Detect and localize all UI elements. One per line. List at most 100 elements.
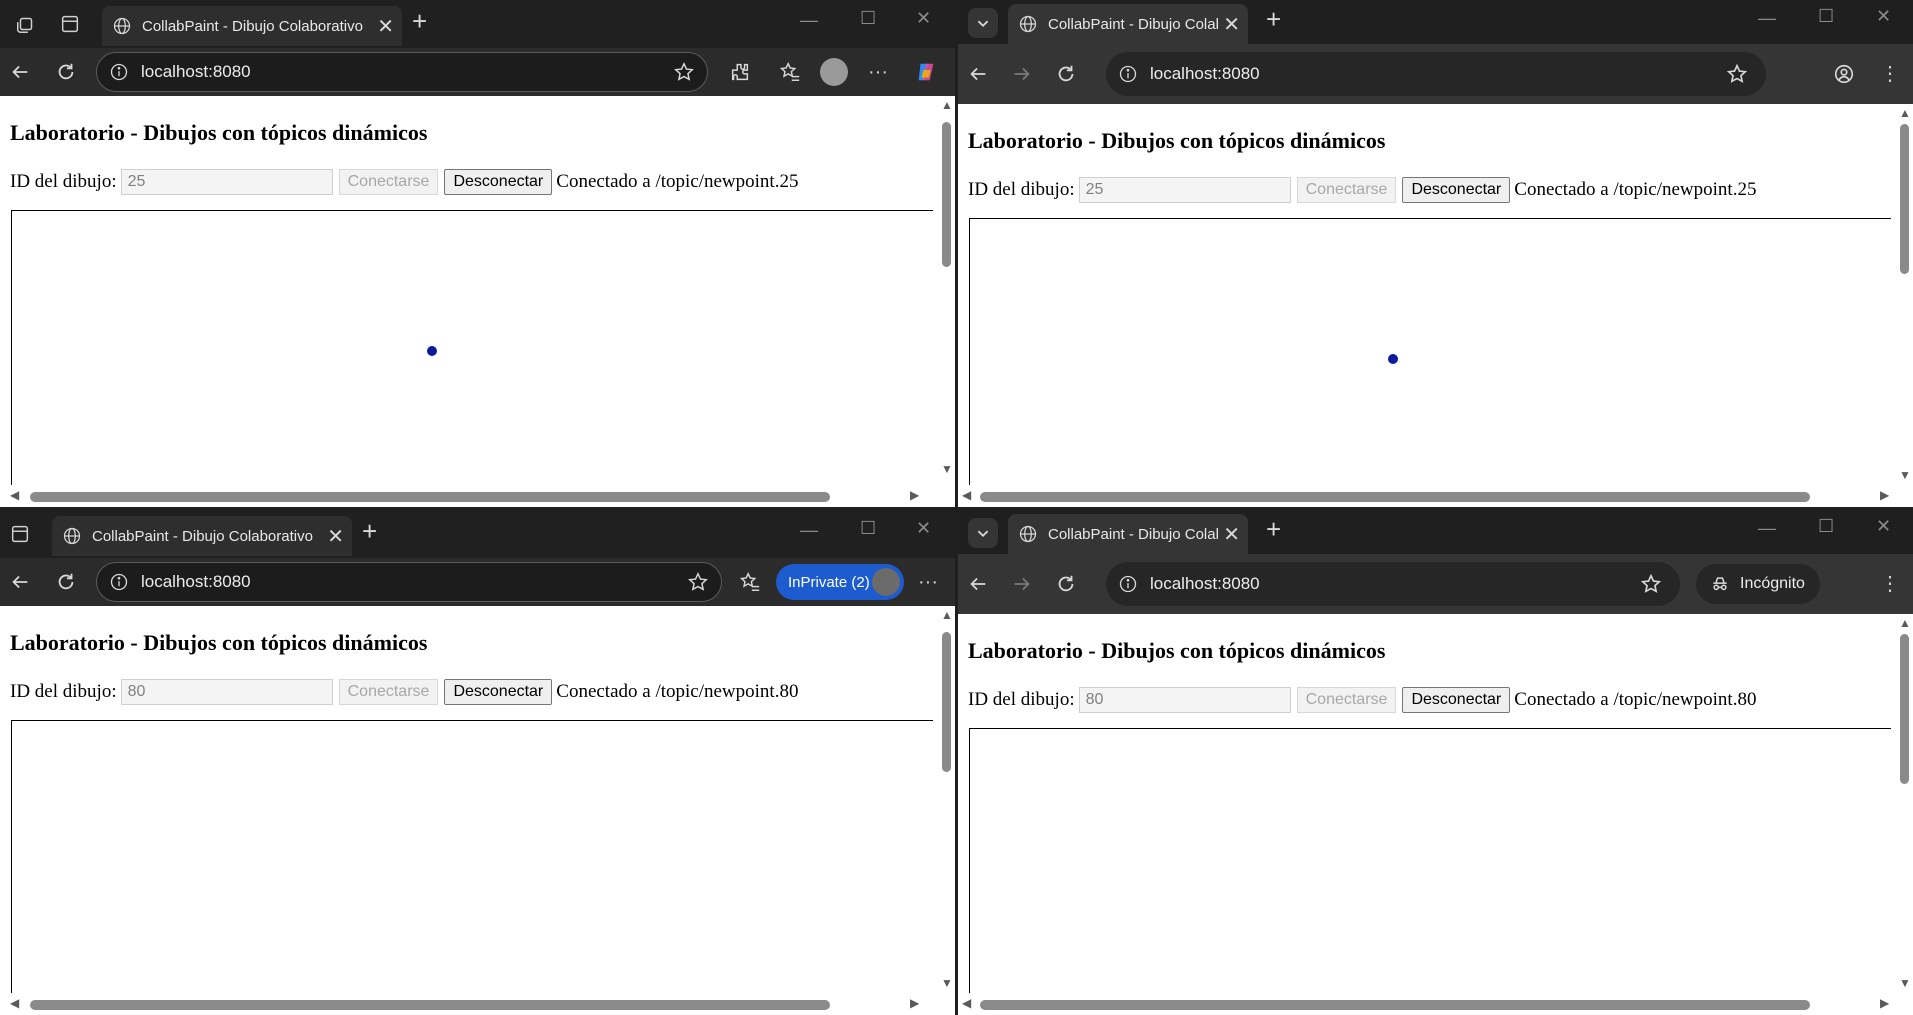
- star-icon[interactable]: [673, 61, 695, 83]
- hscroll-thumb[interactable]: [980, 1000, 1810, 1010]
- address-bar[interactable]: localhost:8080: [96, 562, 722, 602]
- favorites-icon[interactable]: [776, 58, 804, 86]
- more-icon[interactable]: ⋮: [1876, 570, 1904, 598]
- connect-button[interactable]: Conectarse: [1296, 177, 1397, 203]
- tab-collabpaint[interactable]: CollabPaint - Dibujo Colaborativ ✕: [1008, 4, 1248, 44]
- scroll-down-icon[interactable]: ▼: [941, 976, 953, 991]
- scroll-right-icon[interactable]: ▶: [1880, 996, 1889, 1011]
- scroll-thumb[interactable]: [1900, 634, 1909, 784]
- connect-button[interactable]: Conectarse: [338, 679, 439, 705]
- star-icon[interactable]: [1726, 63, 1748, 85]
- drawing-id-input[interactable]: 25: [1078, 177, 1291, 203]
- scroll-right-icon[interactable]: ▶: [1880, 488, 1889, 503]
- drawing-id-input[interactable]: 80: [1078, 687, 1291, 713]
- close-icon[interactable]: ✕: [327, 524, 344, 549]
- star-icon[interactable]: [1640, 573, 1662, 595]
- back-icon[interactable]: [964, 570, 992, 598]
- plus-icon[interactable]: +: [1266, 514, 1281, 545]
- minimize-icon[interactable]: —: [1758, 8, 1776, 29]
- drawing-id-input[interactable]: 25: [120, 169, 333, 195]
- more-icon[interactable]: ···: [914, 568, 942, 596]
- scroll-down-icon[interactable]: ▼: [1899, 976, 1911, 991]
- tab-collabpaint[interactable]: CollabPaint - Dibujo Colaborativ ✕: [1008, 514, 1248, 554]
- scroll-left-icon[interactable]: ◀: [962, 996, 971, 1011]
- plus-icon[interactable]: +: [412, 6, 427, 37]
- horizontal-scrollbar[interactable]: ◀ ▶: [958, 485, 1913, 507]
- maximize-icon[interactable]: ☐: [1818, 6, 1834, 27]
- scroll-up-icon[interactable]: ▲: [941, 98, 953, 113]
- forward-icon[interactable]: [1008, 570, 1036, 598]
- profile-icon[interactable]: [1830, 60, 1858, 88]
- scroll-up-icon[interactable]: ▲: [941, 608, 953, 623]
- window-close-icon[interactable]: ✕: [916, 8, 931, 29]
- scroll-right-icon[interactable]: ▶: [910, 488, 919, 503]
- tab-actions-icon[interactable]: [12, 10, 40, 38]
- horizontal-scrollbar[interactable]: ◀ ▶: [0, 485, 955, 507]
- scroll-thumb[interactable]: [942, 632, 951, 772]
- vertical-scrollbar[interactable]: ▲ ▼: [937, 606, 955, 993]
- scroll-up-icon[interactable]: ▲: [1899, 106, 1911, 121]
- disconnect-button[interactable]: Desconectar: [1402, 177, 1511, 203]
- scroll-down-icon[interactable]: ▼: [941, 462, 953, 477]
- refresh-icon[interactable]: [52, 568, 80, 596]
- address-bar[interactable]: localhost:8080: [1106, 52, 1766, 96]
- scroll-right-icon[interactable]: ▶: [910, 996, 919, 1011]
- copilot-icon[interactable]: [912, 58, 940, 86]
- more-icon[interactable]: ⋮: [1876, 60, 1904, 88]
- drawing-canvas[interactable]: [11, 210, 933, 490]
- horizontal-scrollbar[interactable]: ◀ ▶: [958, 993, 1913, 1015]
- hscroll-thumb[interactable]: [980, 492, 1810, 502]
- scroll-thumb[interactable]: [942, 122, 951, 267]
- maximize-icon[interactable]: ☐: [860, 518, 876, 539]
- disconnect-button[interactable]: Desconectar: [1402, 687, 1511, 713]
- close-icon[interactable]: ✕: [1223, 522, 1240, 547]
- tab-search-icon[interactable]: [968, 518, 998, 548]
- scroll-left-icon[interactable]: ◀: [962, 488, 971, 503]
- tab-collabpaint[interactable]: CollabPaint - Dibujo Colaborativo ✕: [102, 6, 402, 46]
- hscroll-thumb[interactable]: [30, 1000, 830, 1010]
- scroll-up-icon[interactable]: ▲: [1899, 616, 1911, 631]
- plus-icon[interactable]: +: [1266, 4, 1281, 35]
- vertical-tabs-icon[interactable]: [6, 520, 34, 548]
- profile-icon[interactable]: [820, 58, 848, 86]
- window-close-icon[interactable]: ✕: [1876, 6, 1891, 27]
- vertical-tabs-icon[interactable]: [56, 10, 84, 38]
- address-bar[interactable]: localhost:8080: [96, 52, 708, 92]
- refresh-icon[interactable]: [1052, 60, 1080, 88]
- address-bar[interactable]: localhost:8080: [1106, 562, 1680, 606]
- extensions-icon[interactable]: [726, 58, 754, 86]
- inprivate-badge[interactable]: InPrivate (2): [776, 564, 904, 600]
- scroll-left-icon[interactable]: ◀: [10, 996, 19, 1011]
- drawing-canvas[interactable]: [11, 720, 933, 1000]
- maximize-icon[interactable]: ☐: [1818, 516, 1834, 537]
- back-icon[interactable]: [6, 568, 34, 596]
- incognito-badge[interactable]: Incógnito: [1696, 564, 1820, 604]
- vertical-scrollbar[interactable]: ▲ ▼: [937, 96, 955, 485]
- hscroll-thumb[interactable]: [30, 492, 830, 502]
- scroll-left-icon[interactable]: ◀: [10, 488, 19, 503]
- favorites-icon[interactable]: [736, 568, 764, 596]
- more-icon[interactable]: ···: [864, 58, 892, 86]
- refresh-icon[interactable]: [1052, 570, 1080, 598]
- maximize-icon[interactable]: ☐: [860, 8, 876, 29]
- close-icon[interactable]: ✕: [377, 14, 394, 39]
- minimize-icon[interactable]: —: [800, 10, 818, 31]
- back-icon[interactable]: [964, 60, 992, 88]
- scroll-thumb[interactable]: [1900, 124, 1909, 274]
- tab-search-icon[interactable]: [968, 8, 998, 38]
- window-close-icon[interactable]: ✕: [1876, 516, 1891, 537]
- back-icon[interactable]: [6, 58, 34, 86]
- connect-button[interactable]: Conectarse: [338, 169, 439, 195]
- vertical-scrollbar[interactable]: ▲ ▼: [1895, 614, 1913, 993]
- plus-icon[interactable]: +: [362, 516, 377, 547]
- close-icon[interactable]: ✕: [1223, 12, 1240, 37]
- horizontal-scrollbar[interactable]: ◀ ▶: [0, 993, 955, 1015]
- connect-button[interactable]: Conectarse: [1296, 687, 1397, 713]
- disconnect-button[interactable]: Desconectar: [444, 169, 553, 195]
- star-icon[interactable]: [687, 571, 709, 593]
- drawing-canvas[interactable]: [969, 218, 1891, 498]
- vertical-scrollbar[interactable]: ▲ ▼: [1895, 104, 1913, 485]
- disconnect-button[interactable]: Desconectar: [444, 679, 553, 705]
- drawing-canvas[interactable]: [969, 728, 1891, 1008]
- minimize-icon[interactable]: —: [800, 520, 818, 541]
